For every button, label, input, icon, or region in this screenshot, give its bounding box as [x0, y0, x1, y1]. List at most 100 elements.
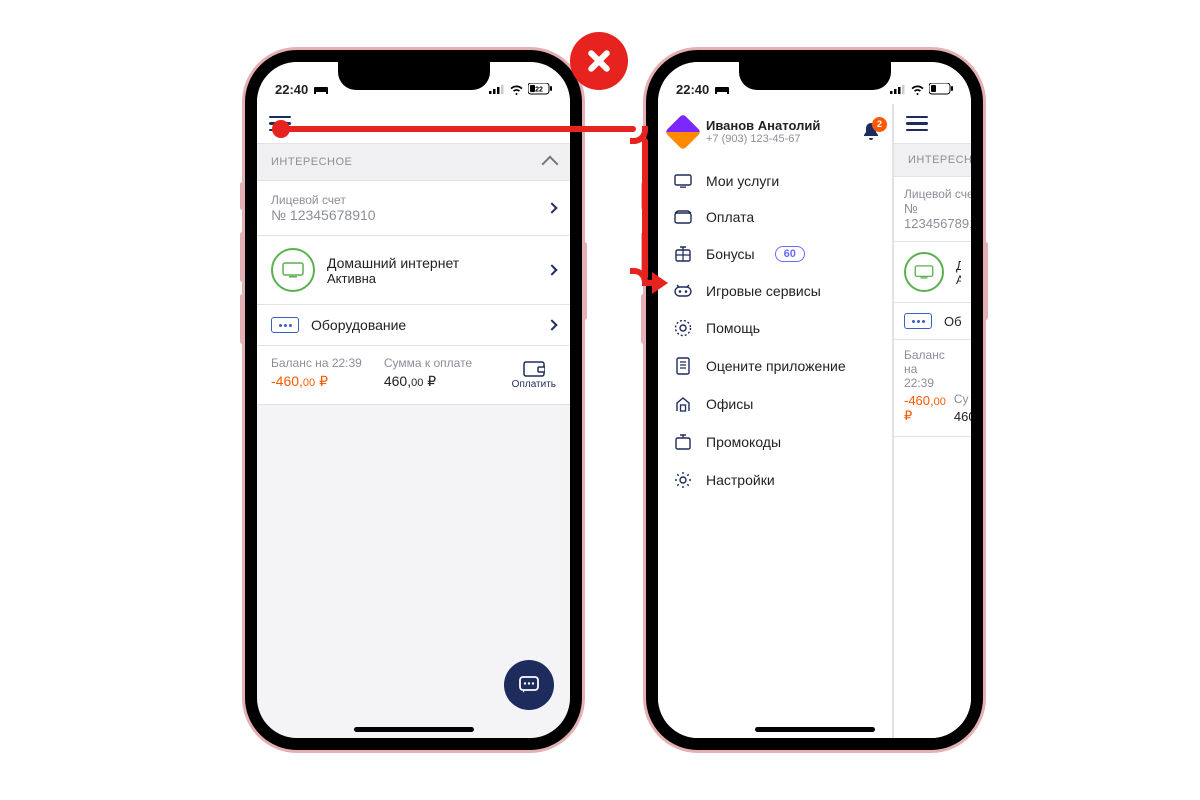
pay-button[interactable]: Оплатить: [512, 361, 556, 390]
gamepad-icon: [674, 284, 692, 298]
user-name: Иванов Анатолий: [706, 118, 852, 133]
pay-label: Оплатить: [512, 379, 556, 390]
notifications-button[interactable]: 2: [862, 122, 880, 142]
error-badge-icon: [570, 32, 628, 90]
home-indicator: [354, 727, 474, 732]
equipment-row[interactable]: Оборудование: [257, 305, 570, 346]
menu-item-4[interactable]: Помощь: [658, 309, 892, 347]
arrow-origin-dot: [272, 120, 290, 138]
due-int: 460,: [384, 373, 411, 389]
menu-item-label: Игровые сервисы: [706, 283, 821, 299]
menu-item-8[interactable]: Настройки: [658, 461, 892, 499]
user-phone: +7 (903) 123-45-67: [706, 133, 852, 145]
nav-drawer: Иванов Анатолий +7 (903) 123-45-67 2 Мои…: [658, 104, 893, 738]
account-row[interactable]: Лицевой счет № 12345678910: [894, 177, 971, 242]
chevron-right-icon: [546, 319, 557, 330]
monitor-circle-icon: [271, 248, 315, 292]
menu-item-label: Бонусы: [706, 246, 755, 262]
drawer-header: Иванов Анатолий +7 (903) 123-45-67 2: [658, 104, 892, 163]
service-title: Домашний интернет: [327, 255, 536, 271]
app-logo-icon: [665, 113, 702, 150]
due-unit: ₽: [427, 373, 436, 389]
balance-unit: ₽: [319, 373, 328, 389]
svg-text:22: 22: [535, 87, 543, 94]
menu-item-1[interactable]: Оплата: [658, 199, 892, 235]
device-notch: [739, 62, 891, 90]
wifi-icon: [509, 84, 524, 95]
notification-count: 2: [872, 117, 887, 132]
phone-before: 22:40 22 ИНТЕРЕСНОЕ: [245, 50, 582, 750]
gift-icon: [674, 245, 692, 263]
equipment-label: Оборудование: [944, 314, 961, 329]
menu-item-label: Офисы: [706, 396, 753, 412]
menu-item-label: Оцените приложение: [706, 358, 846, 374]
service-status: Активна: [956, 273, 961, 287]
menu-item-3[interactable]: Игровые сервисы: [658, 273, 892, 309]
arrow-head-icon: [652, 272, 668, 294]
gear-icon: [674, 471, 692, 489]
arrow-segment: [642, 138, 648, 280]
section-header: ИНТЕРЕСНОЕ: [894, 144, 971, 177]
device-notch: [338, 62, 490, 90]
menu-item-7[interactable]: Промокоды: [658, 423, 892, 461]
equipment-row[interactable]: Оборудование: [894, 303, 971, 340]
bed-icon: [715, 84, 729, 94]
equipment-label: Оборудование: [311, 317, 536, 333]
status-time: 22:40: [275, 82, 308, 97]
account-number: № 12345678910: [271, 207, 536, 223]
section-header[interactable]: ИНТЕРЕСНОЕ: [257, 144, 570, 181]
balance-int: -460,: [271, 373, 303, 389]
account-label: Лицевой счет: [271, 193, 536, 207]
service-title: Домашний интернет: [956, 258, 961, 273]
status-time: 22:40: [676, 82, 709, 97]
menu-item-5[interactable]: Оцените приложение: [658, 347, 892, 385]
menu-button[interactable]: [906, 116, 928, 132]
service-row[interactable]: Домашний интернет Активна: [894, 242, 971, 303]
menu-item-label: Промокоды: [706, 434, 781, 450]
phone-after: 22:40 ИНТЕРЕСНОЕ Л: [646, 50, 983, 750]
due-dec: 00: [411, 377, 423, 389]
document-icon: [674, 357, 692, 375]
menu-item-label: Помощь: [706, 320, 760, 336]
account-label: Лицевой счет: [904, 187, 971, 201]
building-icon: [674, 395, 692, 413]
menu-item-2[interactable]: Бонусы 60: [658, 235, 892, 273]
lifebuoy-icon: [674, 319, 692, 337]
monitor-icon: [674, 174, 692, 188]
wifi-icon: [910, 84, 925, 95]
section-title: ИНТЕРЕСНОЕ: [271, 156, 352, 168]
chat-icon: [518, 674, 540, 696]
wallet-icon: [674, 210, 692, 224]
underlying-content[interactable]: ИНТЕРЕСНОЕ Лицевой счет № 12345678910 До…: [893, 104, 971, 738]
battery-icon: 22: [528, 83, 552, 95]
arrow-segment: [281, 126, 636, 132]
service-row[interactable]: Домашний интернет Активна: [257, 236, 570, 305]
balance-dec: 00: [303, 377, 315, 389]
due-label: Сумма к оплате: [384, 356, 472, 370]
gift-icon: [674, 433, 692, 451]
chevron-up-icon: [542, 156, 559, 173]
section-title: ИНТЕРЕСНОЕ: [908, 154, 971, 166]
account-row[interactable]: Лицевой счет № 12345678910: [257, 181, 570, 236]
router-icon: [271, 317, 299, 333]
chat-fab[interactable]: [504, 660, 554, 710]
app-topbar: [257, 104, 570, 144]
balance-row: Баланс на 22:39 -460,00 ₽ Сумма к оплате…: [257, 346, 570, 405]
menu-item-label: Настройки: [706, 472, 775, 488]
menu-item-label: Оплата: [706, 209, 754, 225]
monitor-circle-icon: [904, 252, 944, 292]
chevron-right-icon: [546, 202, 557, 213]
service-status: Активна: [327, 271, 536, 286]
menu-item-0[interactable]: Мои услуги: [658, 163, 892, 199]
due-label-short: Су: [954, 392, 971, 406]
home-indicator: [755, 727, 875, 732]
wallet-icon: [523, 361, 545, 377]
bonus-pill: 60: [775, 246, 805, 262]
balance-label: Баланс на 22:39: [904, 348, 946, 390]
menu-item-label: Мои услуги: [706, 173, 779, 189]
balance-label: Баланс на 22:39: [271, 356, 362, 370]
signal-icon: [489, 84, 505, 94]
signal-icon: [890, 84, 906, 94]
chevron-right-icon: [546, 264, 557, 275]
menu-item-6[interactable]: Офисы: [658, 385, 892, 423]
